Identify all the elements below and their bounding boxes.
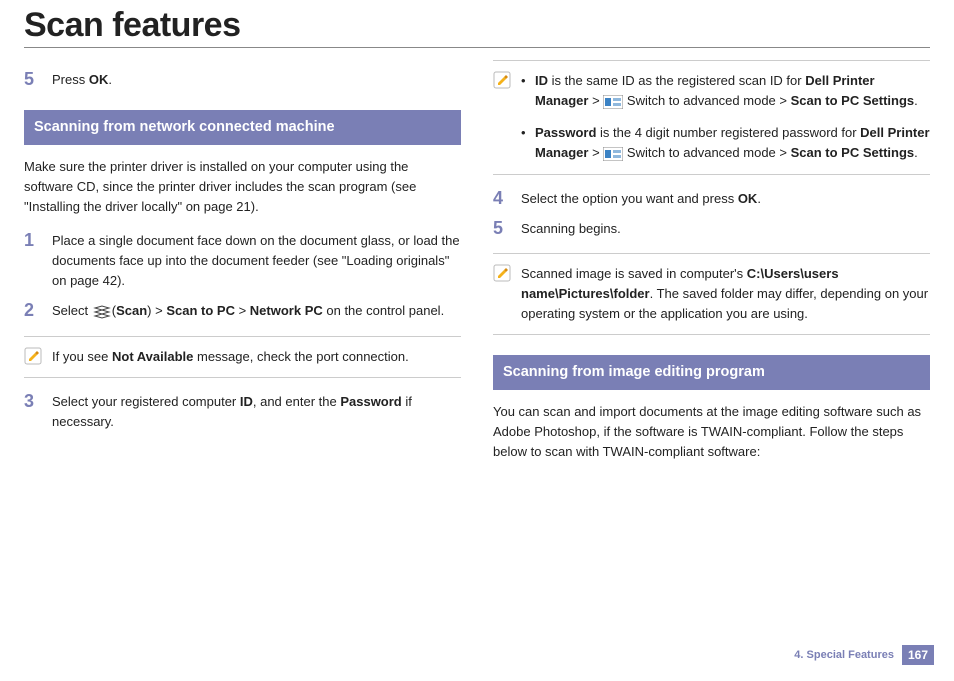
step-1: 1 Place a single document face down on t… [24, 231, 461, 291]
section-heading-image-editor: Scanning from image editing program [493, 355, 930, 389]
scan-pc-settings-label: Scan to PC Settings [791, 93, 915, 108]
page-number: 167 [902, 645, 934, 665]
text: > [779, 145, 790, 160]
page-footer: 4. Special Features 167 [794, 645, 934, 665]
text: message, check the port connection. [193, 349, 408, 364]
text: . [757, 191, 761, 206]
text: Switch to advanced mode [623, 145, 779, 160]
chapter-label: 4. Special Features [794, 649, 894, 661]
left-column: 5 Press OK. Scanning from network connec… [24, 60, 461, 476]
title-rule [24, 47, 930, 48]
text: If you see [52, 349, 112, 364]
not-available-label: Not Available [112, 349, 193, 364]
step-3: 3 Select your registered computer ID, an… [24, 392, 461, 432]
text: > [588, 145, 603, 160]
text: > [152, 303, 167, 318]
id-label: ID [535, 73, 548, 88]
scan-pc-settings-label: Scan to PC Settings [791, 145, 915, 160]
text: > [779, 93, 790, 108]
step-number: 4 [493, 189, 521, 209]
text: is the same ID as the registered scan ID… [548, 73, 805, 88]
right-column: ID is the same ID as the registered scan… [493, 60, 930, 476]
text: Switch to advanced mode [623, 93, 779, 108]
note-id-password: ID is the same ID as the registered scan… [493, 60, 930, 175]
advanced-mode-icon [603, 146, 623, 162]
note-save-path: Scanned image is saved in computer's C:\… [493, 253, 930, 335]
text: , and enter the [253, 394, 340, 409]
password-label: Password [340, 394, 401, 409]
text: > [588, 93, 603, 108]
ok-text: OK [738, 191, 758, 206]
section-heading-network: Scanning from network connected machine [24, 110, 461, 144]
pencil-note-icon [24, 347, 42, 365]
step-number: 3 [24, 392, 52, 412]
text: . [914, 145, 918, 160]
page-title: Scan features [24, 6, 930, 45]
password-label: Password [535, 125, 596, 140]
scan-icon [92, 304, 112, 320]
step-5: 5 Scanning begins. [493, 219, 930, 239]
step-number: 2 [24, 301, 52, 321]
text: Press [52, 72, 89, 87]
step-text: Scanning begins. [521, 219, 930, 239]
step-number: 5 [493, 219, 521, 239]
text: Select [52, 303, 92, 318]
network-pc-label: Network PC [250, 303, 323, 318]
pencil-note-icon [493, 264, 511, 282]
text: Select the option you want and press [521, 191, 738, 206]
text: . [108, 72, 112, 87]
section-intro: You can scan and import documents at the… [493, 402, 930, 462]
text: . [914, 93, 918, 108]
text: Select your registered computer [52, 394, 240, 409]
step-number: 5 [24, 70, 52, 90]
step-4: 4 Select the option you want and press O… [493, 189, 930, 209]
text: is the 4 digit number registered passwor… [596, 125, 860, 140]
advanced-mode-icon [603, 94, 623, 110]
id-label: ID [240, 394, 253, 409]
text: > [235, 303, 250, 318]
scan-label: Scan [116, 303, 147, 318]
note-item-password: Password is the 4 digit number registere… [521, 123, 930, 163]
step-5-prev: 5 Press OK. [24, 70, 461, 90]
step-text: Place a single document face down on the… [52, 231, 461, 291]
pencil-note-icon [493, 71, 511, 89]
step-number: 1 [24, 231, 52, 251]
step-2: 2 Select (Scan) > Scan to PC > Network P… [24, 301, 461, 321]
note-not-available: If you see Not Available message, check … [24, 336, 461, 378]
ok-text: OK [89, 72, 109, 87]
text: Scanned image is saved in computer's [521, 266, 747, 281]
section-intro: Make sure the printer driver is installe… [24, 157, 461, 217]
scan-to-pc-label: Scan to PC [166, 303, 235, 318]
text: on the control panel. [323, 303, 444, 318]
note-item-id: ID is the same ID as the registered scan… [521, 71, 930, 111]
